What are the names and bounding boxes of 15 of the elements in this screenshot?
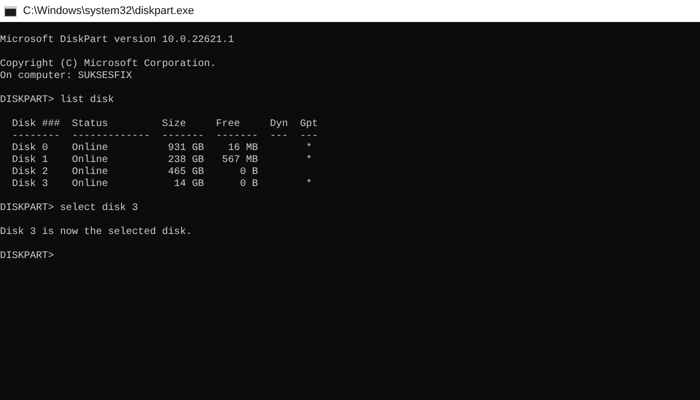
console-line: Disk 3 is now the selected disk. (0, 227, 194, 239)
console-line: Disk 2 Online 465 GB 0 B (11, 167, 260, 178)
console-line: DISKPART> list disk (0, 95, 116, 107)
window-title: C:\Windows\system32\diskpart.exe (23, 5, 194, 17)
console-line: DISKPART> (0, 251, 56, 263)
console-line: Disk ### Status Size Free Dyn Gpt (11, 119, 320, 131)
console-line: -------- ------------- ------- ------- --- --- (11, 131, 320, 142)
console-line: Microsoft DiskPart version 10.0.22621.1 (0, 35, 236, 47)
console-line: On computer: SUKSESFIX (0, 71, 134, 83)
console-line: Disk 3 Online 14 GB 0 B * (11, 179, 314, 191)
console-line: DISKPART> select disk 3 (0, 203, 140, 215)
console-line: Disk 1 Online 238 GB 567 MB * (11, 155, 314, 166)
console-line: Disk 0 Online 931 GB 16 MB * (11, 143, 314, 154)
console-line: Copyright (C) Microsoft Corporation. (0, 59, 218, 71)
terminal-icon (4, 6, 17, 16)
